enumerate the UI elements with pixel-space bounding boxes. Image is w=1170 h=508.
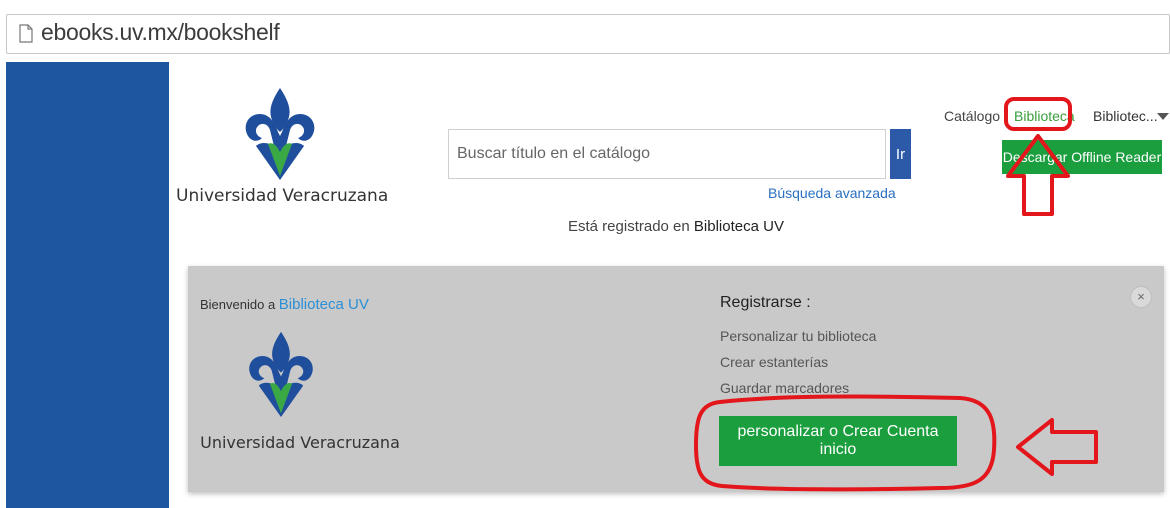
fleur-de-lis-icon	[249, 331, 313, 418]
address-bar[interactable]: ebooks.uv.mx/bookshelf	[6, 14, 1170, 54]
logo-text: Universidad Veracruzana	[176, 186, 389, 206]
fleur-de-lis-icon	[245, 88, 315, 180]
nav-biblioteca-link[interactable]: Biblioteca	[1014, 108, 1075, 124]
caret-down-icon[interactable]	[1157, 113, 1169, 120]
panel-university-logo: Universidad Veracruzana	[200, 328, 400, 458]
advanced-search-link[interactable]: Búsqueda avanzada	[768, 185, 896, 201]
search-button[interactable]: Ir	[890, 129, 911, 179]
url-text[interactable]: ebooks.uv.mx/bookshelf	[41, 19, 280, 46]
welcome-text: Bienvenido a Biblioteca UV	[200, 296, 369, 313]
browser-toolbar: ebooks.uv.mx/bookshelf	[0, 0, 1170, 62]
search-input[interactable]	[448, 129, 886, 179]
benefit-item: Personalizar tu biblioteca	[720, 328, 877, 344]
benefit-item: Crear estanterías	[720, 354, 829, 370]
page-icon	[19, 24, 33, 43]
user-menu[interactable]: Bibliotec...	[1093, 108, 1158, 124]
welcome-library-link[interactable]: Biblioteca UV	[279, 296, 369, 313]
download-offline-reader-button[interactable]: Descargar Offline Reader	[1002, 140, 1162, 174]
close-button[interactable]: ×	[1130, 286, 1152, 308]
register-title: Registrarse :	[720, 294, 811, 311]
nav-catalog-link[interactable]: Catálogo	[944, 108, 1000, 124]
welcome-prefix: Bienvenido a	[200, 297, 276, 312]
create-account-button[interactable]: personalizar o Crear Cuenta inicio	[719, 416, 957, 466]
registered-status: Está registrado en Biblioteca UV	[568, 218, 784, 235]
university-logo[interactable]: Universidad Veracruzana	[176, 86, 389, 206]
benefit-item: Guardar marcadores	[720, 380, 850, 396]
registered-library: Biblioteca UV	[693, 218, 784, 235]
left-sidebar	[6, 62, 169, 508]
panel-logo-text: Universidad Veracruzana	[200, 433, 400, 452]
registered-prefix: Está registrado en	[568, 218, 690, 235]
